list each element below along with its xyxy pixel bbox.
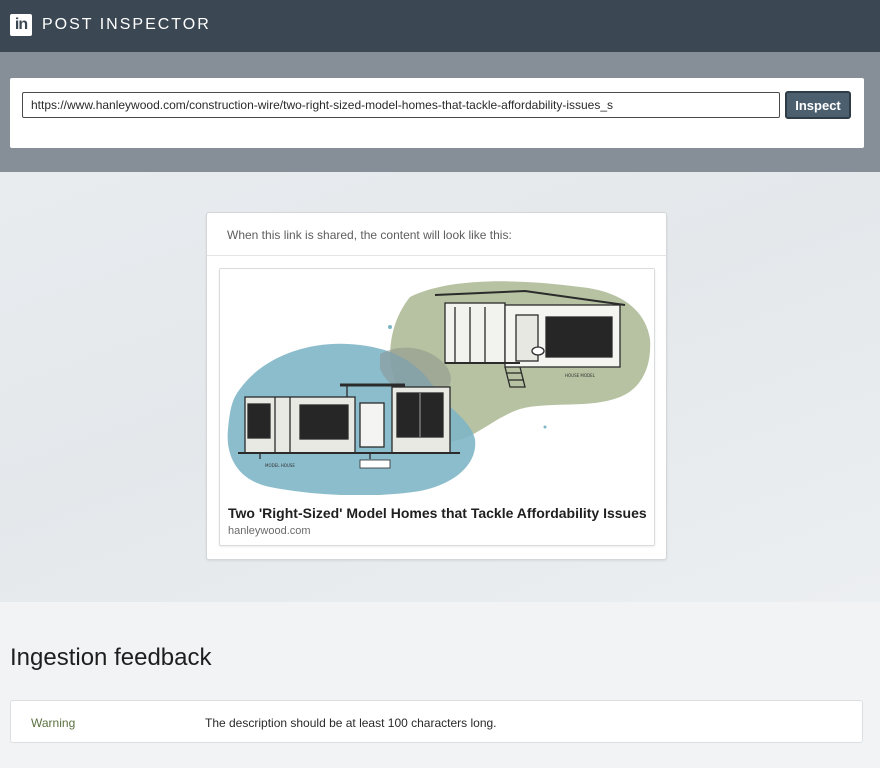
feedback-message: The description should be at least 100 c…: [205, 716, 497, 730]
preview-divider: [207, 255, 666, 256]
share-domain: hanleywood.com: [228, 525, 311, 537]
feedback-level: Warning: [31, 716, 76, 730]
app-title: POST INSPECTOR: [42, 16, 211, 33]
url-input[interactable]: [22, 92, 780, 118]
inspect-button[interactable]: Inspect: [785, 91, 851, 119]
svg-text:HOUSE MODEL: HOUSE MODEL: [565, 373, 596, 378]
model-homes-illustration-icon: HOUSE MODEL MODEL HOUSE: [227, 281, 651, 495]
feedback-heading: Ingestion feedback: [10, 644, 212, 671]
linkedin-logo-icon[interactable]: in: [10, 14, 32, 36]
share-title[interactable]: Two 'Right-Sized' Model Homes that Tackl…: [228, 505, 648, 521]
preview-caption: When this link is shared, the content wi…: [227, 228, 512, 242]
share-image[interactable]: HOUSE MODEL MODEL HOUSE: [220, 269, 654, 495]
svg-text:MODEL HOUSE: MODEL HOUSE: [265, 463, 295, 468]
lower-section: [0, 602, 880, 768]
